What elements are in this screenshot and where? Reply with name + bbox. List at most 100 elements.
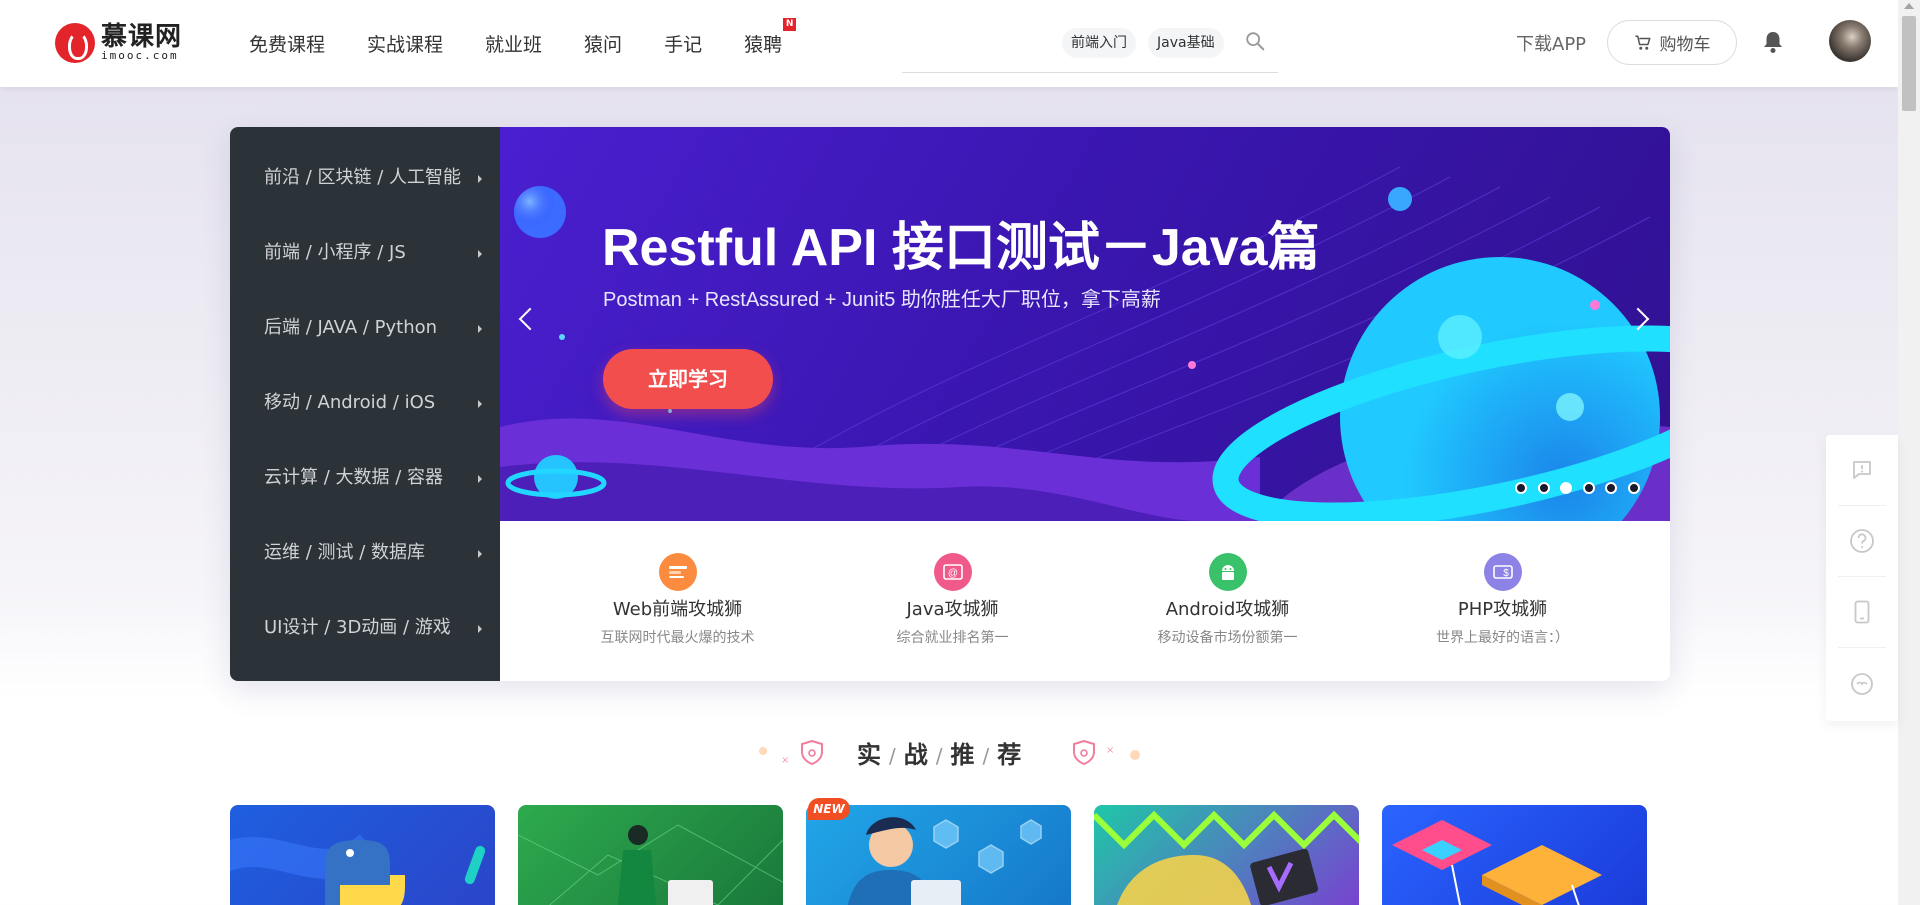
search-tag-java[interactable]: Java基础 [1148,28,1224,58]
course-illustration [518,824,783,905]
category-cloud[interactable]: 云计算 / 大数据 / 容器 [230,453,500,528]
chevron-right-icon [478,325,482,333]
category-ui[interactable]: UI设计 / 3D动画 / 游戏 [230,603,500,678]
carousel-dot[interactable] [1627,482,1640,494]
top-header: 慕课网 imooc.com 免费课程 实战课程 就业班 猿问 手记 猿聘 N 前… [0,0,1898,87]
page-scrollbar[interactable] [1898,0,1920,905]
main-nav: 免费课程 实战课程 就业班 猿问 手记 猿聘 N [249,18,824,57]
carousel-dots [1515,482,1650,494]
download-app-link[interactable]: 下载APP [1516,30,1586,56]
feedback-button[interactable] [1838,435,1886,506]
category-label: UI设计 / 3D动画 / 游戏 [264,617,451,638]
chevron-right-icon [478,175,482,183]
hero-panel: 前沿 / 区块链 / 人工智能 前端 / 小程序 / JS 后端 / JAVA … [230,127,1670,681]
carousel-dot[interactable] [1537,482,1550,494]
chevron-right-icon [478,400,482,408]
php-icon: $ [1483,553,1522,591]
new-badge: NEW [808,798,850,820]
track-title: Java攻城狮 [906,599,999,620]
search-input[interactable] [902,34,1052,60]
carousel-dot-active[interactable] [1560,482,1572,494]
category-frontend[interactable]: 前端 / 小程序 / JS [230,228,500,303]
chevron-right-icon [478,475,482,483]
chat-button[interactable] [1838,648,1886,719]
course-card-zigzag[interactable] [1094,805,1359,905]
java-icon: @ [933,553,972,591]
category-label: 云计算 / 大数据 / 容器 [264,467,444,488]
track-web-frontend[interactable]: Web前端攻城狮 互联网时代最火爆的技术 [540,521,815,681]
mobile-app-button[interactable] [1838,577,1886,648]
banner-illustration [500,166,1670,521]
category-label: 前沿 / 区块链 / 人工智能 [264,167,462,188]
help-button[interactable] [1838,506,1886,577]
search-tag-frontend[interactable]: 前端入门 [1062,28,1136,58]
course-card-isometric[interactable] [1382,805,1647,905]
nav-free-courses[interactable]: 免费课程 [249,30,325,57]
category-label: 移动 / Android / iOS [264,392,436,413]
nav-employment-class[interactable]: 就业班 [485,30,542,57]
chevron-right-icon [478,250,482,258]
track-desc: 综合就业排名第一 [896,630,1009,646]
track-desc: 世界上最好的语言：） [1436,630,1569,646]
career-track-row: Web前端攻城狮 互联网时代最火爆的技术 @ Java攻城狮 综合就业排名第一 … [500,521,1670,681]
category-ops[interactable]: 运维 / 测试 / 数据库 [230,528,500,603]
svg-text:×: × [1106,745,1114,756]
cart-icon [1635,35,1650,50]
chat-icon [1851,672,1873,695]
chevron-right-icon [478,550,482,558]
category-mobile[interactable]: 移动 / Android / iOS [230,378,500,453]
new-badge: N [783,18,797,31]
section-title-practical-recommend: × × 实 / 战 / 推 / 荐 [757,733,1147,773]
bell-icon[interactable] [1762,30,1784,54]
category-frontier[interactable]: 前沿 / 区块链 / 人工智能 [230,153,500,228]
side-toolbar [1826,435,1898,721]
scrollbar-thumb[interactable] [1902,16,1916,111]
track-desc: 互联网时代最火爆的技术 [600,630,755,646]
track-title: Web前端攻城狮 [612,599,743,620]
track-title: Android攻城狮 [1165,599,1290,620]
carousel-dot[interactable] [1605,482,1617,494]
track-java[interactable]: @ Java攻城狮 综合就业排名第一 [815,521,1090,681]
scroll-up-arrow-icon[interactable] [1904,3,1914,9]
carousel-dot[interactable] [1582,482,1595,494]
course-illustration [847,817,1042,905]
nav-practical-courses[interactable]: 实战课程 [367,30,443,57]
logo-flame-icon [55,23,95,63]
course-illustration [1094,810,1359,905]
banner-carousel[interactable]: Restful API 接口测试－Java篇 Postman + RestAss… [500,127,1670,521]
start-learning-button[interactable]: 立即学习 [603,349,773,409]
chevron-right-icon [478,625,482,633]
category-backend[interactable]: 后端 / JAVA / Python [230,303,500,378]
search-box: 前端入门 Java基础 [902,22,1278,73]
category-label: 前端 / 小程序 / JS [264,242,406,263]
svg-text:@: @ [947,568,957,579]
course-card-python[interactable] [230,805,495,905]
nav-qa[interactable]: 猿问 [584,30,622,57]
track-android[interactable]: Android攻城狮 移动设备市场份额第一 [1090,521,1365,681]
category-menu: 前沿 / 区块链 / 人工智能 前端 / 小程序 / JS 后端 / JAVA … [230,127,500,681]
carousel-dot[interactable] [1515,482,1527,494]
search-icon[interactable] [1244,30,1266,52]
web-frontend-icon [658,553,697,591]
course-card-new[interactable] [806,805,1071,905]
banner-subtitle: Postman + RestAssured + Junit5 助你胜任大厂职位，… [603,289,1161,311]
track-php[interactable]: $ PHP攻城狮 世界上最好的语言：） [1365,521,1640,681]
banner-title: Restful API 接口测试－Java篇 [602,219,1320,277]
course-card-green[interactable] [518,805,783,905]
nav-notes[interactable]: 手记 [664,30,702,57]
section-slash: / [889,744,900,768]
nav-jobs-label: 猿聘 [744,34,783,56]
android-icon [1208,553,1247,591]
section-slash: / [935,744,947,768]
user-avatar[interactable] [1829,20,1871,62]
cart-button[interactable]: 购物车 [1607,20,1737,65]
track-title: PHP攻城狮 [1457,599,1548,620]
logo-domain: imooc.com [101,49,179,62]
course-illustration [1392,820,1602,905]
svg-text:×: × [781,755,789,766]
svg-text:$: $ [1503,568,1509,579]
section-char: 战 [903,741,932,769]
cart-label: 购物车 [1659,35,1711,55]
nav-jobs[interactable]: 猿聘 N [744,18,797,57]
logo[interactable]: 慕课网 imooc.com [55,22,182,64]
